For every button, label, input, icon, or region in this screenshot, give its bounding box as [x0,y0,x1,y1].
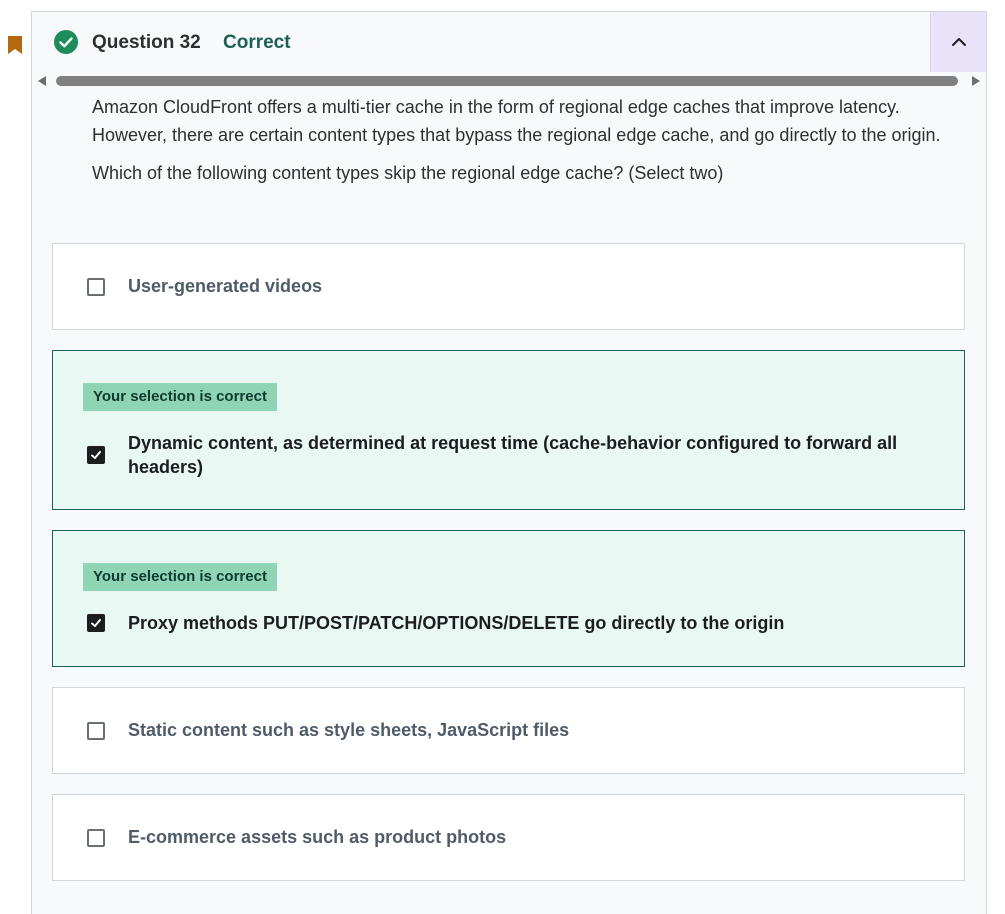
question-header: Question 32 Correct [32,12,986,74]
checkmark-icon [91,619,101,627]
answer-option[interactable]: User-generated videos [52,243,965,330]
answer-option[interactable]: Your selection is correct Proxy methods … [52,530,965,667]
bookmark-icon[interactable] [7,35,23,55]
checkmark-icon [91,451,101,459]
check-circle-icon [54,30,78,54]
option-label: Proxy methods PUT/POST/PATCH/OPTIONS/DEL… [128,613,785,633]
scroll-left-arrow-icon[interactable] [38,76,46,86]
option-label: Dynamic content, as determined at reques… [128,433,898,477]
option-label: User-generated videos [128,276,323,296]
question-card: Question 32 Correct Amazon CloudFront of… [31,11,987,914]
option-checkbox[interactable] [87,446,105,464]
option-label: E-commerce assets such as product photos [128,827,507,847]
option-checkbox[interactable] [87,278,105,296]
question-status: Correct [223,32,291,53]
option-label: Static content such as style sheets, Jav… [128,720,570,740]
option-checkbox[interactable] [87,614,105,632]
question-prompt: Amazon CloudFront offers a multi-tier ca… [92,93,952,187]
question-title: Question 32 [92,32,201,53]
option-checkbox[interactable] [87,722,105,740]
answer-option[interactable]: Static content such as style sheets, Jav… [52,687,965,774]
correct-selection-badge: Your selection is correct [83,383,277,411]
collapse-button[interactable] [930,12,986,72]
scrollbar-thumb[interactable] [56,76,958,86]
horizontal-scrollbar[interactable] [32,73,988,89]
answer-option[interactable]: E-commerce assets such as product photos [52,794,965,881]
scroll-right-arrow-icon[interactable] [972,76,980,86]
option-checkbox[interactable] [87,829,105,847]
question-instruction: Which of the following content types ski… [92,163,724,183]
question-paragraph: Amazon CloudFront offers a multi-tier ca… [92,97,941,145]
chevron-up-icon [951,38,966,46]
answer-option[interactable]: Your selection is correct Dynamic conten… [52,350,965,510]
correct-selection-badge: Your selection is correct [83,563,277,591]
